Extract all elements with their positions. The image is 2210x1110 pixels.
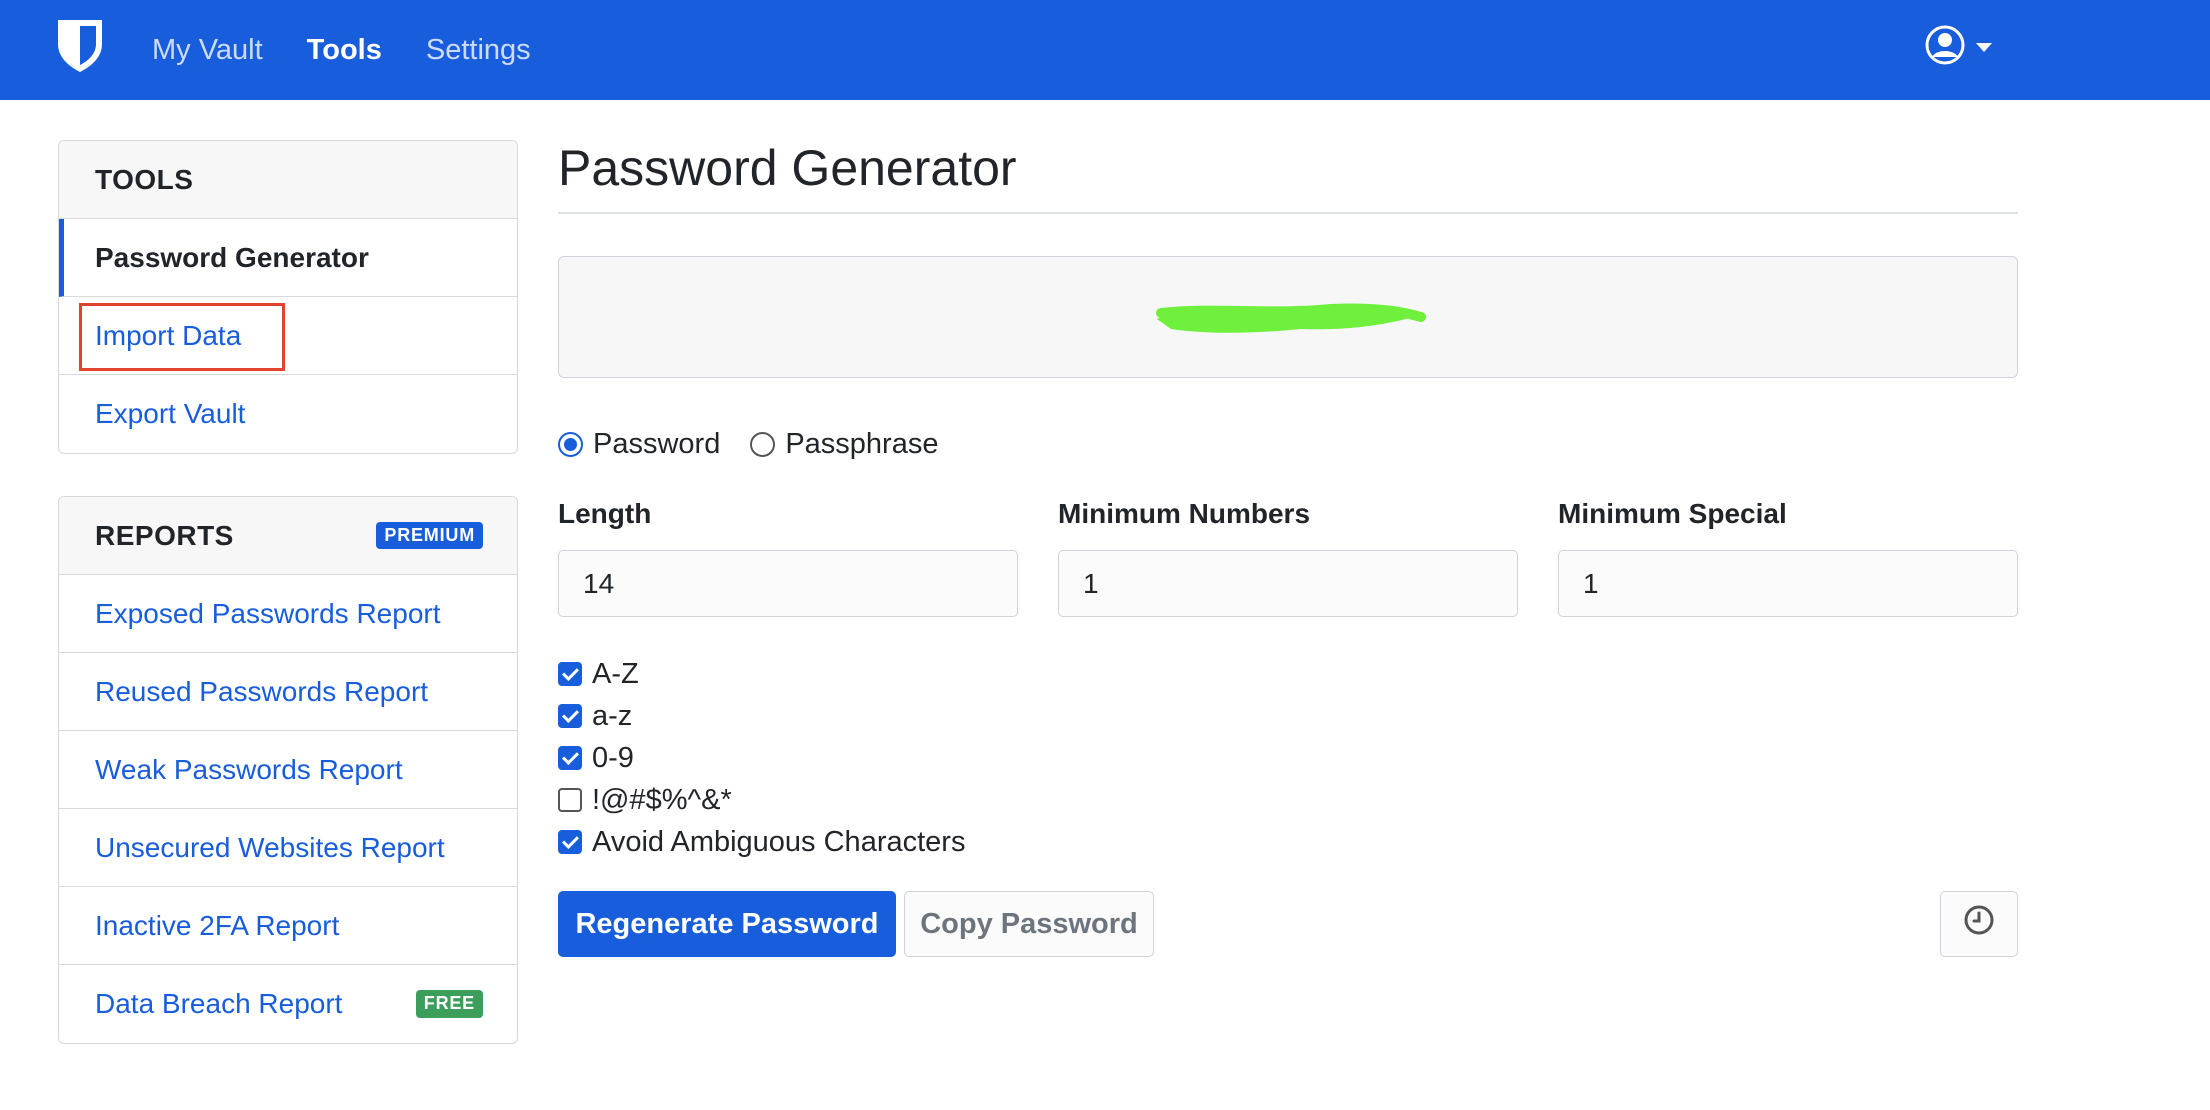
radio-button-checked[interactable] (558, 431, 583, 457)
length-field-group: Length (558, 494, 1018, 617)
character-options: A-Z a-z 0-9 !@#$%^&* Avoid Ambiguous Cha… (558, 653, 2018, 863)
min-numbers-input[interactable] (1058, 550, 1518, 617)
copy-password-button[interactable]: Copy Password (904, 891, 1154, 957)
title-divider (558, 212, 2018, 214)
option-label: Avoid Ambiguous Characters (592, 825, 966, 858)
main-content: Password Generator Password Passphrase L… (558, 130, 2018, 957)
tools-card-header: TOOLS (59, 141, 517, 219)
sidebar-item-weak-passwords[interactable]: Weak Passwords Report (59, 731, 517, 809)
nav-my-vault[interactable]: My Vault (152, 34, 263, 67)
option-uppercase[interactable]: A-Z (558, 653, 2018, 695)
nav-links: My Vault Tools Settings (152, 0, 575, 100)
radio-passphrase[interactable]: Passphrase (750, 428, 938, 461)
user-circle-icon (1924, 24, 1966, 71)
min-numbers-label: Minimum Numbers (1058, 498, 1311, 529)
bitwarden-shield-icon[interactable] (56, 18, 104, 74)
checkbox-checked[interactable] (558, 662, 582, 686)
option-label: !@#$%^&* (592, 783, 732, 816)
generated-password-display[interactable] (558, 256, 2018, 378)
nav-tools[interactable]: Tools (307, 34, 382, 67)
option-lowercase[interactable]: a-z (558, 695, 2018, 737)
min-special-label: Minimum Special (1558, 498, 1787, 529)
checkbox-checked[interactable] (558, 830, 582, 854)
free-badge: FREE (415, 990, 483, 1018)
sidebar-item-inactive-2fa[interactable]: Inactive 2FA Report (59, 887, 517, 965)
sidebar-item-unsecured-websites[interactable]: Unsecured Websites Report (59, 809, 517, 887)
checkbox-checked[interactable] (558, 746, 582, 770)
password-history-button[interactable] (1940, 891, 2018, 957)
redaction-scribble (1156, 303, 1426, 333)
option-label: A-Z (592, 657, 639, 690)
min-special-field-group: Minimum Special (1558, 494, 2018, 617)
reports-card-header: REPORTS PREMIUM (59, 497, 517, 575)
password-type-selector: Password Passphrase (558, 424, 2018, 464)
sidebar-item-data-breach[interactable]: Data Breach Report FREE (59, 965, 517, 1043)
generator-options-fields: Length Minimum Numbers Minimum Special (558, 494, 2018, 617)
sidebar-item-reused-passwords[interactable]: Reused Passwords Report (59, 653, 517, 731)
option-special[interactable]: !@#$%^&* (558, 779, 2018, 821)
chevron-down-icon (1976, 43, 1992, 52)
radio-button[interactable] (750, 431, 776, 457)
tools-heading: TOOLS (95, 163, 194, 195)
account-menu[interactable] (1924, 24, 1992, 71)
clock-history-icon (1962, 903, 1996, 945)
min-numbers-field-group: Minimum Numbers (1058, 494, 1518, 617)
radio-label: Password (593, 427, 721, 460)
sidebar-item-exposed-passwords[interactable]: Exposed Passwords Report (59, 575, 517, 653)
length-label: Length (558, 498, 652, 529)
top-navbar: My Vault Tools Settings (0, 0, 2210, 100)
checkbox-unchecked[interactable] (558, 788, 582, 812)
sidebar-item-label: Import Data (95, 319, 242, 351)
sidebar-item-export-vault[interactable]: Export Vault (59, 375, 517, 453)
nav-settings[interactable]: Settings (426, 34, 531, 67)
radio-password[interactable]: Password (558, 428, 720, 461)
reports-card: REPORTS PREMIUM Exposed Passwords Report… (58, 496, 518, 1044)
tools-card: TOOLS Password Generator Import Data Exp… (58, 140, 518, 454)
option-label: a-z (592, 699, 633, 732)
option-numbers[interactable]: 0-9 (558, 737, 2018, 779)
sidebar-item-password-generator[interactable]: Password Generator (59, 219, 517, 297)
option-avoid-ambiguous[interactable]: Avoid Ambiguous Characters (558, 821, 2018, 863)
regenerate-password-button[interactable]: Regenerate Password (558, 891, 896, 957)
generator-actions: Regenerate Password Copy Password (558, 891, 2018, 957)
option-label: 0-9 (592, 741, 634, 774)
length-input[interactable] (558, 550, 1018, 617)
min-special-input[interactable] (1558, 550, 2018, 617)
reports-heading: REPORTS (95, 519, 234, 551)
sidebar-item-import-data[interactable]: Import Data (59, 297, 517, 375)
sidebar-item-label: Data Breach Report (95, 988, 343, 1019)
premium-badge: PREMIUM (376, 521, 483, 550)
page-title: Password Generator (558, 140, 1017, 196)
checkbox-checked[interactable] (558, 704, 582, 728)
radio-label: Passphrase (785, 427, 939, 460)
